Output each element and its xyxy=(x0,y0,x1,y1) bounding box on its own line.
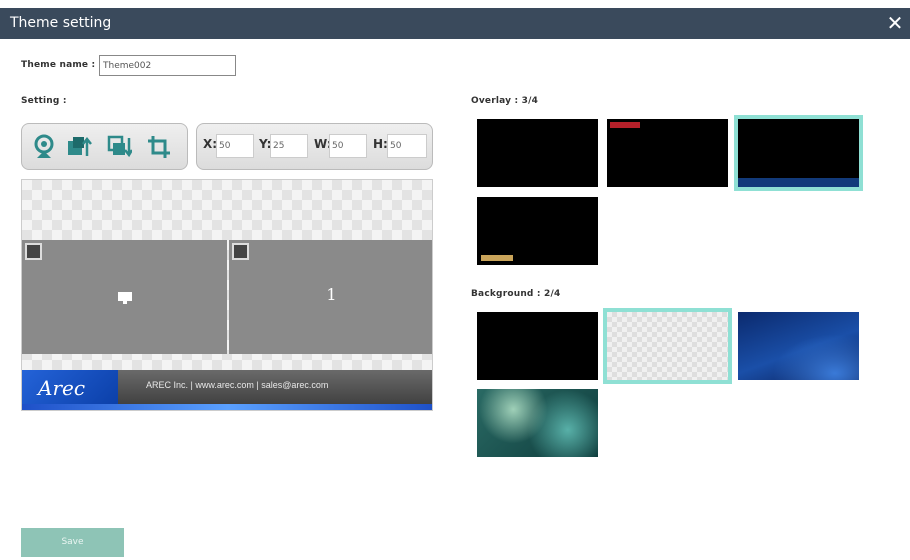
setting-label: Setting : xyxy=(21,96,67,106)
crop-icon[interactable] xyxy=(146,134,172,160)
background-thumb-4[interactable] xyxy=(477,389,598,457)
pane-checkbox[interactable] xyxy=(232,243,249,260)
overlay-label: Overlay : 3/4 xyxy=(471,96,539,106)
overlay-bar xyxy=(738,178,859,187)
overlay-bar xyxy=(481,255,513,261)
theme-name-label: Theme name : xyxy=(21,60,96,70)
footer-banner: Arec AREC Inc. | www.arec.com | sales@ar… xyxy=(22,370,432,410)
background-label: Background : 2/4 xyxy=(471,289,561,299)
layer-tools-group xyxy=(21,123,188,170)
pane-checkbox[interactable] xyxy=(25,243,42,260)
title-bar: Theme setting ✕ xyxy=(0,8,910,39)
overlay-bar xyxy=(610,122,640,128)
overlay-thumb-2[interactable] xyxy=(607,119,728,187)
save-button[interactable]: Save xyxy=(21,528,124,557)
overlay-thumb-3[interactable] xyxy=(734,115,863,191)
y-input[interactable] xyxy=(270,134,308,158)
bring-to-front-icon[interactable] xyxy=(66,134,92,160)
background-thumb-2[interactable] xyxy=(603,308,732,384)
theme-setting-dialog: Theme setting ✕ Theme name : Setting : X… xyxy=(0,0,910,560)
overlay-thumb-4[interactable] xyxy=(477,197,598,265)
background-thumb-1[interactable] xyxy=(477,312,598,380)
video-pane-1[interactable] xyxy=(22,240,227,354)
x-input[interactable] xyxy=(216,134,254,158)
h-label: H: xyxy=(373,137,388,151)
theme-name-input[interactable] xyxy=(99,55,236,76)
banner-text: AREC Inc. | www.arec.com | sales@arec.co… xyxy=(146,380,329,390)
w-input[interactable] xyxy=(329,134,367,158)
close-icon[interactable]: ✕ xyxy=(884,11,906,35)
pane-number: 1 xyxy=(326,285,337,304)
h-input[interactable] xyxy=(387,134,427,158)
webcam-icon[interactable] xyxy=(31,134,57,160)
overlay-thumb-1[interactable] xyxy=(477,119,598,187)
banner-stripe xyxy=(22,404,432,410)
x-label: X: xyxy=(203,137,218,151)
dialog-title: Theme setting xyxy=(10,15,112,31)
position-size-group: X: Y: W: H: xyxy=(196,123,433,170)
video-pane-2[interactable]: 1 xyxy=(229,240,432,354)
monitor-icon xyxy=(118,292,132,304)
send-to-back-icon[interactable] xyxy=(106,134,132,160)
layout-preview: 1 Arec AREC Inc. | www.arec.com | sales@… xyxy=(21,179,433,411)
arec-logo: Arec xyxy=(22,370,118,406)
background-thumb-3[interactable] xyxy=(738,312,859,380)
